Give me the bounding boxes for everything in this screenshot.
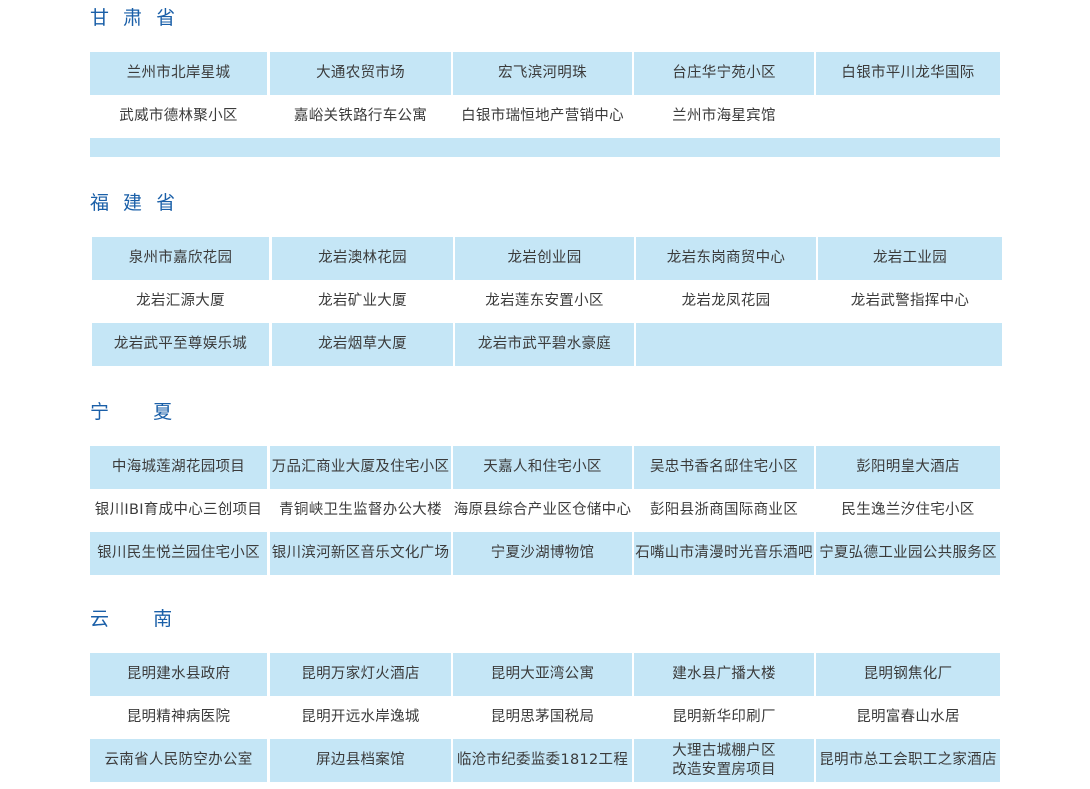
project-cell: 龙岩矿业大厦 xyxy=(318,293,407,309)
project-cell: 龙岩工业园 xyxy=(818,237,1002,280)
project-cell: 兰州市北岸星城 xyxy=(90,52,267,95)
project-cell: 昆明思茅国税局 xyxy=(490,709,595,725)
project-cell: 屏边县档案馆 xyxy=(270,739,451,782)
section-title: 云 南 xyxy=(90,608,177,630)
project-cell: 台庄华宁苑小区 xyxy=(634,52,814,95)
project-cell: 龙岩龙凤花园 xyxy=(681,293,771,309)
table-row: 昆明精神病医院 昆明开远水岸逸城 昆明思茅国税局 昆明新华印刷厂 昆明富春山水居 xyxy=(90,696,1002,739)
project-cell: 兰州市海星宾馆 xyxy=(672,108,776,124)
project-cell: 海原县综合产业区仓储中心 xyxy=(453,502,632,518)
table-row: 龙岩汇源大厦 龙岩矿业大厦 龙岩莲东安置小区 龙岩龙凤花园 龙岩武警指挥中心 xyxy=(92,280,1004,323)
project-cell: 青铜峡卫生监督办公大楼 xyxy=(279,502,442,518)
project-cell: 龙岩创业园 xyxy=(455,237,634,280)
project-cell: 昆明万家灯火酒店 xyxy=(270,653,451,696)
section-footer-bar xyxy=(90,138,1000,157)
project-cell: 龙岩澳林花园 xyxy=(272,237,453,280)
table-row: 银川民生悦兰园住宅小区 银川滨河新区音乐文化广场 宁夏沙湖博物馆 石嘴山市清漫时… xyxy=(90,532,1002,575)
project-cell: 宁夏弘德工业园公共服务区 xyxy=(816,532,1000,575)
project-cell: 白银市平川龙华国际 xyxy=(816,52,1000,95)
project-cell xyxy=(816,95,1000,138)
section-title: 宁 夏 xyxy=(90,401,177,423)
project-grid: 泉州市嘉欣花园 龙岩澳林花园 龙岩创业园 龙岩东岗商贸中心 龙岩工业园 龙岩汇源… xyxy=(92,237,1004,366)
table-row: 昆明建水县政府 昆明万家灯火酒店 昆明大亚湾公寓 建水县广播大楼 昆明钢焦化厂 xyxy=(90,653,1002,696)
project-cell: 龙岩东岗商贸中心 xyxy=(636,237,816,280)
project-cell: 天嘉人和住宅小区 xyxy=(453,446,632,489)
project-grid: 昆明建水县政府 昆明万家灯火酒店 昆明大亚湾公寓 建水县广播大楼 昆明钢焦化厂 … xyxy=(90,653,1002,782)
table-row: 云南省人民防空办公室 屏边县档案馆 临沧市纪委监委1812工程 大理古城棚户区 … xyxy=(90,739,1002,782)
project-cell: 石嘴山市清漫时光音乐酒吧 xyxy=(634,532,814,575)
project-cell: 昆明新华印刷厂 xyxy=(672,709,776,725)
project-cell: 昆明市总工会职工之家酒店 xyxy=(816,739,1000,782)
section-title: 福 建 省 xyxy=(90,192,180,214)
project-cell: 临沧市纪委监委1812工程 xyxy=(453,739,632,782)
project-grid: 中海城莲湖花园项目 万品汇商业大厦及住宅小区 天嘉人和住宅小区 吴忠书香名邸住宅… xyxy=(90,446,1002,575)
project-cell: 昆明开远水岸逸城 xyxy=(301,709,420,725)
project-cell: 银川滨河新区音乐文化广场 xyxy=(270,532,451,575)
project-cell: 昆明大亚湾公寓 xyxy=(453,653,632,696)
project-cell: 昆明富春山水居 xyxy=(856,709,960,725)
project-cell: 昆明建水县政府 xyxy=(90,653,267,696)
project-cell: 大通农贸市场 xyxy=(270,52,451,95)
project-cell: 云南省人民防空办公室 xyxy=(90,739,267,782)
project-cell: 龙岩莲东安置小区 xyxy=(485,293,604,309)
project-cell: 宁夏沙湖博物馆 xyxy=(453,532,632,575)
table-row: 银川IBI育成中心三创项目 青铜峡卫生监督办公大楼 海原县综合产业区仓储中心 彭… xyxy=(90,489,1002,532)
table-row: 兰州市北岸星城 大通农贸市场 宏飞滨河明珠 台庄华宁苑小区 白银市平川龙华国际 xyxy=(90,52,1002,95)
project-cell: 昆明精神病医院 xyxy=(126,709,231,725)
project-cell: 彭阳县浙商国际商业区 xyxy=(650,502,798,518)
table-row: 中海城莲湖花园项目 万品汇商业大厦及住宅小区 天嘉人和住宅小区 吴忠书香名邸住宅… xyxy=(90,446,1002,489)
project-cell: 武威市德林聚小区 xyxy=(119,108,238,124)
project-cell: 大理古城棚户区 改造安置房项目 xyxy=(634,739,814,782)
project-cell: 龙岩武平至尊娱乐城 xyxy=(92,323,269,366)
project-cell: 宏飞滨河明珠 xyxy=(453,52,632,95)
project-cell: 万品汇商业大厦及住宅小区 xyxy=(270,446,451,489)
project-cell: 昆明钢焦化厂 xyxy=(816,653,1000,696)
empty-cell xyxy=(636,323,1002,366)
project-cell: 龙岩烟草大厦 xyxy=(272,323,453,366)
project-cell: 白银市瑞恒地产营销中心 xyxy=(461,108,624,124)
table-row: 武威市德林聚小区 嘉峪关铁路行车公寓 白银市瑞恒地产营销中心 兰州市海星宾馆 xyxy=(90,95,1002,138)
project-cell: 建水县广播大楼 xyxy=(634,653,814,696)
project-cell: 嘉峪关铁路行车公寓 xyxy=(293,108,428,124)
project-cell: 龙岩汇源大厦 xyxy=(136,293,225,309)
table-row: 龙岩武平至尊娱乐城 龙岩烟草大厦 龙岩市武平碧水豪庭 xyxy=(92,323,1004,366)
project-cell: 民生逸兰汐住宅小区 xyxy=(841,502,975,518)
project-cell: 彭阳明皇大酒店 xyxy=(816,446,1000,489)
project-cell: 银川民生悦兰园住宅小区 xyxy=(90,532,267,575)
project-cell: 中海城莲湖花园项目 xyxy=(90,446,267,489)
project-cell: 龙岩市武平碧水豪庭 xyxy=(455,323,634,366)
project-grid: 兰州市北岸星城 大通农贸市场 宏飞滨河明珠 台庄华宁苑小区 白银市平川龙华国际 … xyxy=(90,52,1002,157)
table-row: 泉州市嘉欣花园 龙岩澳林花园 龙岩创业园 龙岩东岗商贸中心 龙岩工业园 xyxy=(92,237,1004,280)
section-title: 甘 肃 省 xyxy=(90,7,180,29)
project-cell: 泉州市嘉欣花园 xyxy=(92,237,269,280)
project-cell: 吴忠书香名邸住宅小区 xyxy=(634,446,814,489)
project-cell: 银川IBI育成中心三创项目 xyxy=(94,502,263,518)
project-cell: 龙岩武警指挥中心 xyxy=(850,293,970,309)
